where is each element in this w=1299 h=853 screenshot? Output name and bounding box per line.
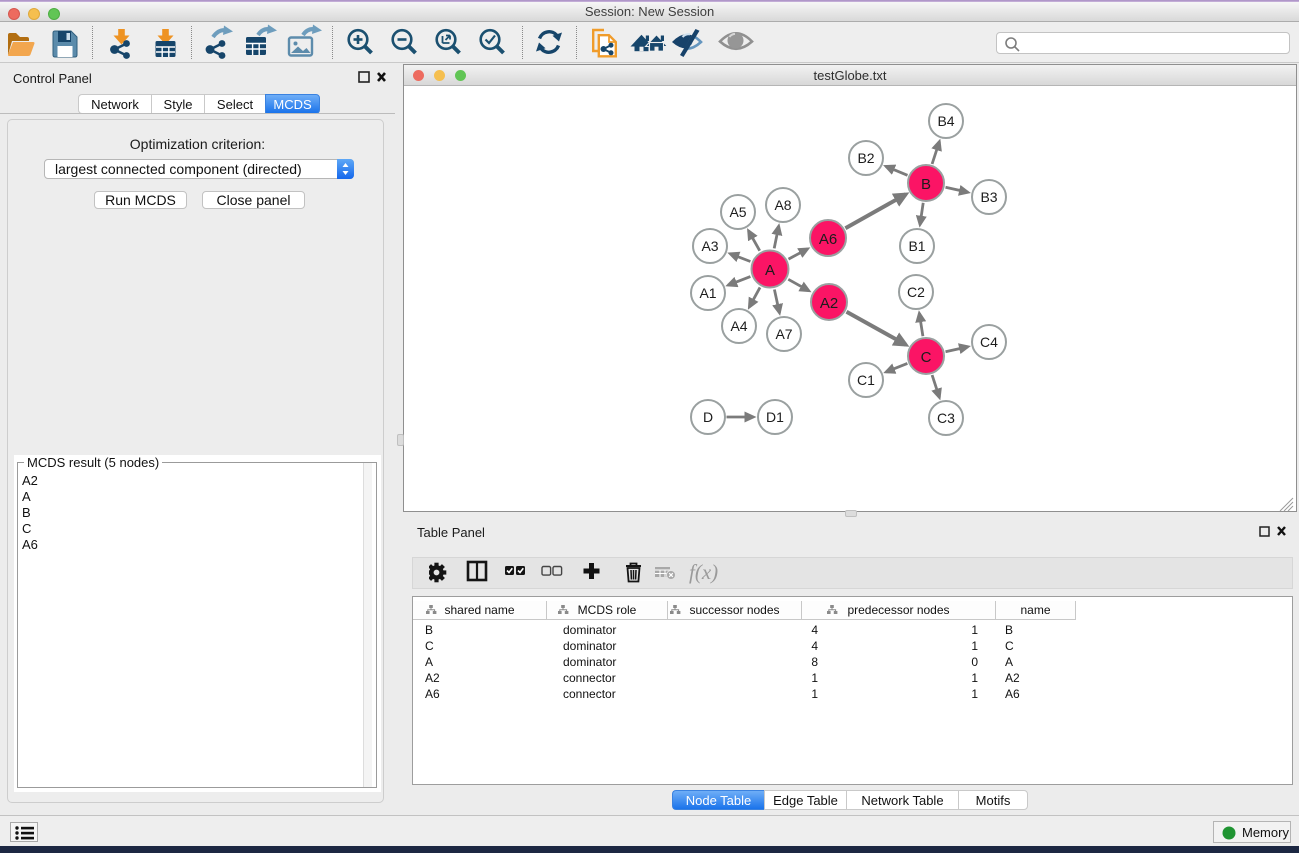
svg-text:A7: A7 [775, 326, 792, 342]
svg-text:C3: C3 [937, 410, 955, 426]
svg-text:A4: A4 [730, 318, 747, 334]
svg-text:C1: C1 [857, 372, 875, 388]
svg-text:B2: B2 [857, 150, 874, 166]
svg-text:C2: C2 [907, 284, 925, 300]
svg-text:A2: A2 [820, 295, 838, 312]
svg-text:A8: A8 [774, 197, 791, 213]
svg-text:A6: A6 [819, 231, 837, 248]
svg-text:B4: B4 [937, 113, 954, 129]
svg-text:f(x): f(x) [689, 560, 718, 584]
svg-text:C: C [921, 349, 932, 366]
svg-text:A1: A1 [699, 285, 716, 301]
svg-text:A3: A3 [701, 238, 718, 254]
svg-text:A5: A5 [729, 204, 746, 220]
svg-text:B1: B1 [908, 238, 925, 254]
svg-text:B3: B3 [980, 189, 997, 205]
svg-text:D: D [703, 409, 713, 425]
svg-text:B: B [921, 176, 931, 193]
svg-text:C4: C4 [980, 334, 998, 350]
svg-text:D1: D1 [766, 409, 784, 425]
svg-text:A: A [765, 262, 775, 279]
